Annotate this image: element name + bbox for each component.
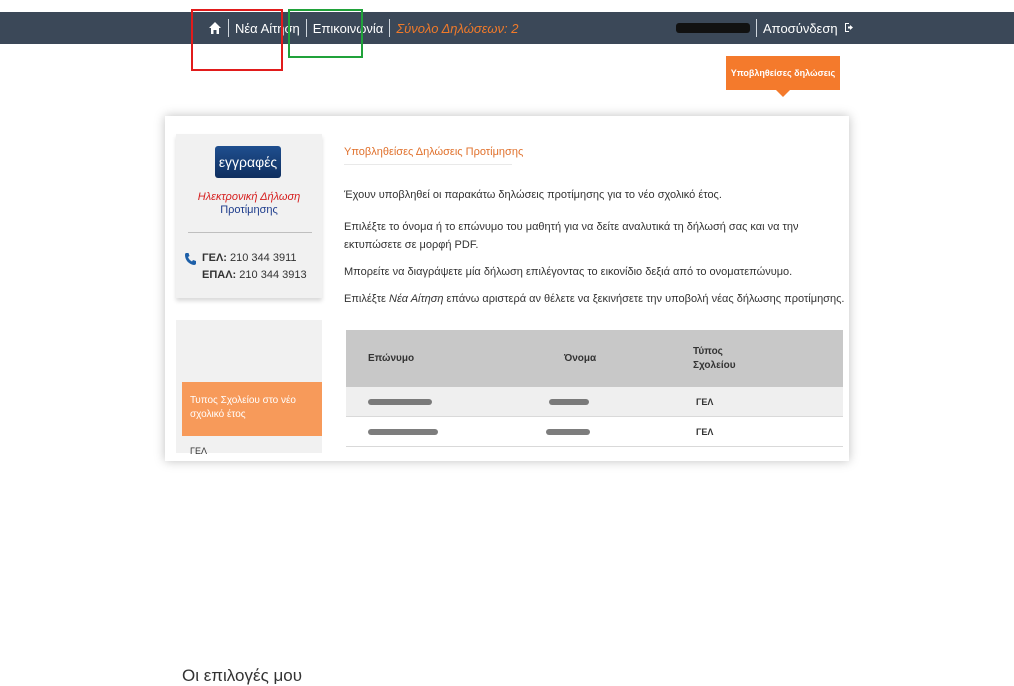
choice-school-type-value: ΓΕΛ <box>190 446 207 456</box>
surname-redacted[interactable] <box>368 417 438 446</box>
info-paragraph-1: Έχουν υποβληθεί οι παρακάτω δηλώσεις προ… <box>344 189 722 201</box>
phone-epal: ΕΠΑΛ: 210 344 3913 <box>202 269 307 281</box>
logout-icon[interactable] <box>844 21 855 36</box>
nav-separator <box>389 19 391 37</box>
nav-separator <box>756 19 757 37</box>
header-surname: Επώνυμο <box>368 353 415 364</box>
submitted-declarations-button[interactable]: Υποβληθείσες δηλώσεις <box>726 56 840 97</box>
top-navbar: Νέα Αίτηση Επικοινωνία Σύνολο Δηλώσεων: … <box>0 12 1014 44</box>
phone-icon <box>184 252 196 271</box>
eggrafes-logo: εγγραφές <box>215 146 281 178</box>
declarations-table: Επώνυμο Όνομα Τύπος Σχολείου ΓΕΛ ΓΕΛ <box>346 330 843 447</box>
phone-gel: ΓΕΛ: 210 344 3911 <box>202 252 297 264</box>
divider <box>188 232 312 233</box>
my-choices-title: Οι επιλογές μου <box>182 666 303 685</box>
total-submissions: Σύνολο Δηλώσεων: 2 <box>396 20 519 36</box>
school-type-cell: ΓΕΛ <box>696 396 714 407</box>
header-school-type: Τύπος Σχολείου <box>693 345 736 371</box>
info-paragraph-4: Επιλέξτε Νέα Αίτηση επάνω αριστερά αν θέ… <box>344 293 845 305</box>
new-application-mention: Νέα Αίτηση <box>389 293 444 305</box>
info-paragraph-3: Μπορείτε να διαγράψετε μία δήλωση επιλέγ… <box>344 266 793 278</box>
nav-right: Αποσύνδεση <box>676 12 855 44</box>
username-redacted <box>676 23 750 33</box>
redaction <box>368 398 432 405</box>
surname-redacted[interactable] <box>368 387 432 416</box>
redaction <box>546 428 590 435</box>
school-type-cell: ΓΕΛ <box>696 426 714 437</box>
table-header: Επώνυμο Όνομα Τύπος Σχολείου <box>346 330 843 387</box>
logo-text: εγγραφές <box>218 154 278 170</box>
page-title: Υποβληθείσες Δηλώσεις Προτίμησης <box>344 146 524 158</box>
redaction <box>368 428 438 435</box>
choice-school-type[interactable]: Τυπος Σχολείου στο νέο σχολικό έτος <box>182 382 322 436</box>
table-row[interactable]: ΓΕΛ <box>346 387 843 417</box>
header-name: Όνομα <box>564 353 597 364</box>
info-paragraph-2: Επιλέξτε το όνομα ή το επώνυμο του μαθητ… <box>344 221 799 251</box>
heading-underline <box>344 164 512 165</box>
redaction <box>549 398 589 405</box>
logout-link[interactable]: Αποσύνδεση <box>763 21 838 36</box>
logo-subtitle-1: Ηλεκτρονική Δήλωση <box>197 191 301 203</box>
logo-subtitle-2: Προτίμησης <box>220 204 278 216</box>
name-redacted[interactable] <box>549 387 589 416</box>
logo-panel: εγγραφές Ηλεκτρονική Δήλωση Προτίμησης Γ… <box>176 134 322 298</box>
highlight-box-green <box>288 9 363 58</box>
table-row[interactable]: ΓΕΛ <box>346 417 843 447</box>
name-redacted[interactable] <box>546 417 590 446</box>
highlight-box-red <box>191 9 283 71</box>
